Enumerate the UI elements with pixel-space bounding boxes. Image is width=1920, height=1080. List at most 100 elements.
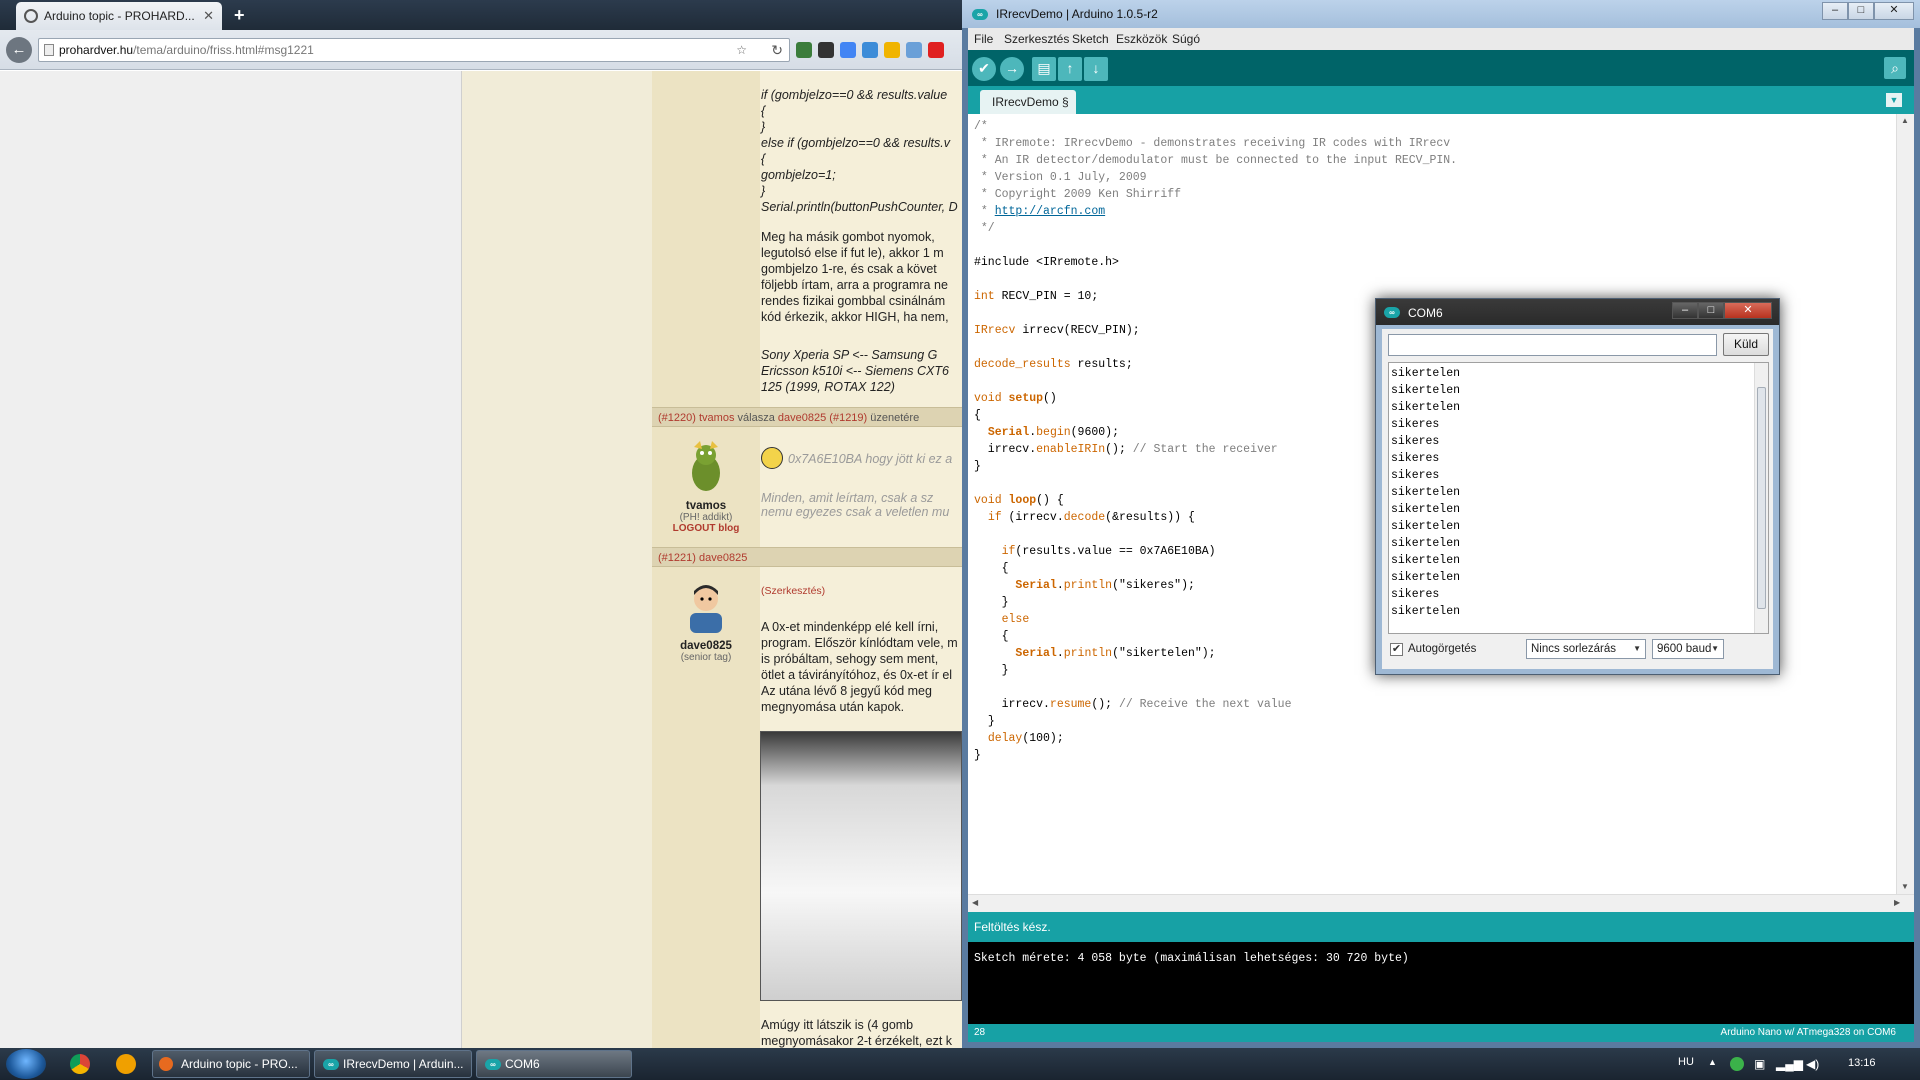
browser-tab[interactable]: Arduino topic - PROHARD... ✕	[16, 2, 222, 30]
tray-notification-icon[interactable]: ▣	[1754, 1057, 1765, 1071]
browser-window: Arduino topic - PROHARD... ✕ + ← prohard…	[0, 0, 962, 1048]
scroll-thumb[interactable]	[1757, 387, 1766, 609]
console-message: Sketch mérete: 4 058 byte (maximálisan l…	[974, 952, 1409, 965]
post-author-block: tvamos (PH! addikt) LOGOUT blog	[652, 439, 760, 534]
serial-line: sikertelen	[1391, 605, 1461, 618]
text-line: Amúgy itt látszik is (4 gomb	[761, 1018, 914, 1032]
ide-titlebar: ∞ IRrecvDemo | Arduino 1.0.5-r2 – □ ✕	[962, 0, 1920, 28]
back-button[interactable]: ←	[6, 37, 32, 63]
arcfn-link[interactable]: http://arcfn.com	[995, 205, 1105, 218]
post-author-rank: (PH! addikt)	[679, 512, 733, 523]
editor-vertical-scrollbar[interactable]: ▲ ▼	[1896, 114, 1914, 894]
reply-suffix: üzenetére	[870, 412, 920, 424]
menu-tools[interactable]: Eszközök	[1116, 32, 1167, 46]
author-blog-link[interactable]: LOGOUT blog	[652, 523, 760, 534]
maximize-button[interactable]: □	[1698, 302, 1724, 319]
url-host: prohardver.hu	[59, 43, 134, 57]
tvamos-avatar[interactable]	[684, 439, 728, 493]
new-sketch-icon[interactable]: ▤	[1032, 57, 1056, 81]
minimize-button[interactable]: –	[1672, 302, 1698, 319]
upload-icon[interactable]: →	[1000, 57, 1024, 81]
scroll-down-icon[interactable]: ▼	[1901, 882, 1909, 891]
new-tab-icon[interactable]: +	[234, 5, 245, 26]
open-sketch-icon[interactable]: ↑	[1058, 57, 1082, 81]
start-button[interactable]	[6, 1049, 46, 1079]
close-button[interactable]: ✕	[1724, 302, 1772, 319]
serial-line: sikeres	[1391, 469, 1440, 482]
menu-edit[interactable]: Szerkesztés	[1004, 32, 1069, 46]
google-extension-icon[interactable]	[840, 42, 856, 58]
serial-send-input[interactable]	[1388, 334, 1717, 356]
reply-to-link[interactable]: dave0825	[778, 412, 826, 424]
serial-window-title: COM6	[1408, 306, 1443, 320]
pinned-app-icon[interactable]	[116, 1054, 136, 1074]
post-screenshot-image[interactable]	[760, 731, 962, 1001]
post-author-link[interactable]: tvamos	[699, 412, 734, 424]
tray-app-icon[interactable]	[1730, 1057, 1744, 1071]
address-bar[interactable]: prohardver.hu/tema/arduino/friss.html#ms…	[38, 38, 790, 62]
post-author-name[interactable]: dave0825	[652, 640, 760, 652]
minimize-button[interactable]: –	[1822, 2, 1848, 20]
tab-menu-icon[interactable]: ▼	[1886, 93, 1902, 107]
extension-icon[interactable]	[818, 42, 834, 58]
sketch-tab[interactable]: IRrecvDemo §	[980, 90, 1076, 114]
clock[interactable]: 13:16	[1848, 1057, 1876, 1069]
serial-line: sikertelen	[1391, 520, 1461, 533]
extension-icon[interactable]	[796, 42, 812, 58]
code-line: gombjelzo=1;	[761, 168, 836, 182]
tray-expand-icon[interactable]: ▲	[1708, 1057, 1717, 1067]
post-header: (#1220) tvamos válasza dave0825 (#1219) …	[652, 407, 962, 427]
ide-menubar: File Szerkesztés Sketch Eszközök Súgó	[968, 28, 1914, 50]
code-line: if (gombjelzo==0 && results.value	[761, 88, 948, 102]
language-indicator[interactable]: HU	[1678, 1056, 1694, 1068]
chrome-icon[interactable]	[70, 1054, 90, 1074]
serial-line: sikertelen	[1391, 554, 1461, 567]
post-id-link[interactable]: (#1221)	[658, 552, 696, 564]
reload-icon[interactable]: ↻	[771, 42, 783, 59]
scroll-right-icon[interactable]: ▶	[1894, 898, 1900, 907]
ide-status-bar: Feltöltés kész.	[968, 912, 1914, 942]
post-author-link[interactable]: dave0825	[699, 552, 747, 564]
arduino-logo-icon: ∞	[972, 9, 988, 20]
serial-output[interactable]: sikertelen sikertelen sikertelen sikeres sik…	[1388, 362, 1769, 634]
reply-id-link[interactable]: (#1219)	[829, 412, 867, 424]
text-line: legutolsó else if fut le), akkor 1 m	[761, 246, 944, 260]
save-sketch-icon[interactable]: ↓	[1084, 57, 1108, 81]
text-line: gombjelzo 1-re, és csak a követ	[761, 262, 937, 276]
send-button[interactable]: Küld	[1723, 333, 1769, 356]
dave0825-avatar[interactable]	[684, 579, 728, 633]
serial-line: sikeres	[1391, 435, 1440, 448]
serial-monitor-icon[interactable]: ⌕	[1884, 57, 1906, 79]
post-id-link[interactable]: (#1220)	[658, 412, 696, 424]
close-button[interactable]: ✕	[1874, 2, 1914, 20]
post-signature: Sony Xperia SP <-- Samsung G Ericsson k5…	[761, 347, 949, 395]
serial-line: sikertelen	[1391, 486, 1461, 499]
line-ending-select[interactable]: Nincs sorlezárás ▼	[1526, 639, 1646, 659]
ide-window-title: IRrecvDemo | Arduino 1.0.5-r2	[996, 7, 1158, 21]
extension-icon[interactable]	[906, 42, 922, 58]
taskbar-item-browser[interactable]: Arduino topic - PRO...	[152, 1050, 310, 1078]
menu-file[interactable]: File	[974, 32, 993, 46]
taskbar-item-serial[interactable]: ∞ COM6	[476, 1050, 632, 1078]
serial-scrollbar[interactable]	[1754, 363, 1768, 633]
volume-icon[interactable]: ◀)	[1806, 1057, 1819, 1071]
autoscroll-checkbox[interactable]: ✔	[1390, 643, 1403, 656]
youtube-icon[interactable]	[928, 42, 944, 58]
scroll-left-icon[interactable]: ◀	[972, 898, 978, 907]
post-author-name[interactable]: tvamos	[652, 500, 760, 512]
scroll-up-icon[interactable]: ▲	[1901, 116, 1909, 125]
bookmark-star-icon[interactable]: ☆	[736, 43, 747, 57]
close-tab-icon[interactable]: ✕	[203, 8, 214, 24]
baud-select[interactable]: 9600 baud ▼	[1652, 639, 1724, 659]
text-line: nemu egyezes csak a veletlen mu	[761, 505, 950, 519]
maximize-button[interactable]: □	[1848, 2, 1874, 20]
taskbar-item-ide[interactable]: ∞ IRrecvDemo | Arduin...	[314, 1050, 472, 1078]
menu-help[interactable]: Súgó	[1172, 32, 1200, 46]
extension-icon[interactable]	[862, 42, 878, 58]
menu-sketch[interactable]: Sketch	[1072, 32, 1109, 46]
editor-horizontal-scrollbar[interactable]: ◀ ▶	[968, 894, 1914, 912]
edit-link[interactable]: (Szerkesztés)	[761, 585, 825, 597]
extension-icon[interactable]	[884, 42, 900, 58]
verify-icon[interactable]: ✔	[972, 57, 996, 81]
network-icon[interactable]: ▂▄▆	[1776, 1057, 1803, 1071]
